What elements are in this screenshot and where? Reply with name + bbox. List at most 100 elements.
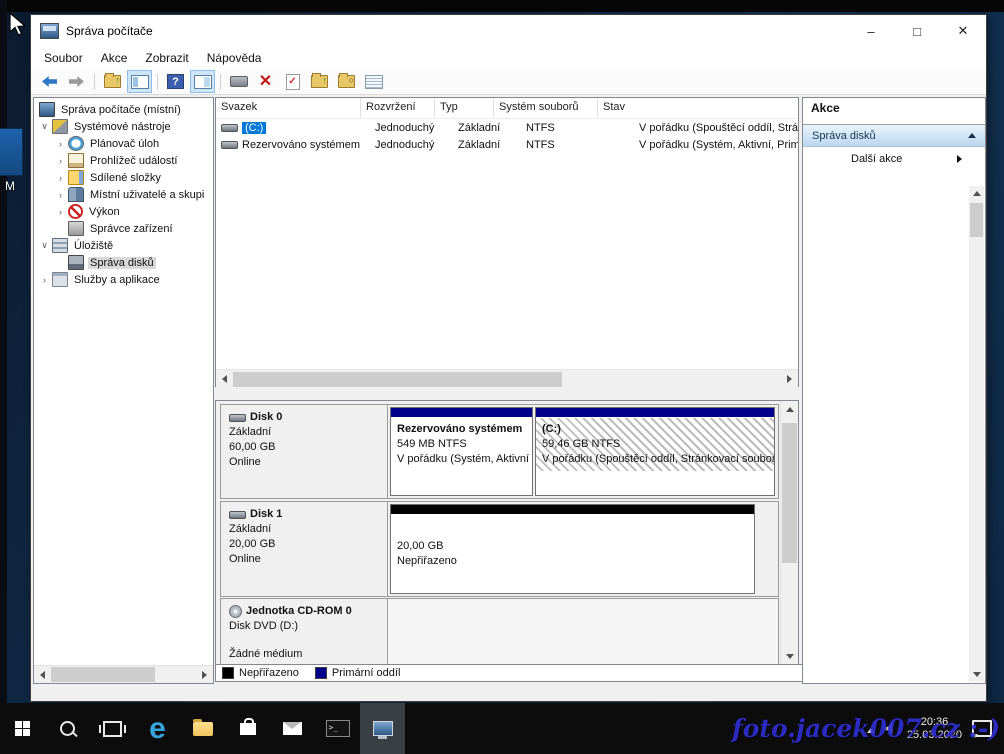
actions-item-more-actions[interactable]: Další akce	[803, 147, 985, 171]
tree-item-device-manager[interactable]: Správce zařízení	[34, 220, 213, 237]
menu-akce[interactable]: Akce	[92, 49, 137, 67]
column-header-svazek[interactable]: Svazek	[216, 98, 361, 118]
scroll-right-button[interactable]	[781, 371, 798, 388]
computer-icon	[39, 102, 55, 117]
show-action-pane-button[interactable]	[190, 70, 215, 93]
open-button[interactable]: ↑	[307, 70, 332, 93]
shared-folders-icon	[68, 170, 84, 185]
back-button[interactable]	[37, 70, 62, 93]
start-button[interactable]	[0, 703, 45, 754]
menu-zobrazit[interactable]: Zobrazit	[136, 49, 197, 67]
file-explorer-icon	[193, 722, 213, 736]
column-header-stav[interactable]: Stav	[598, 98, 798, 118]
search-button[interactable]	[45, 703, 90, 754]
tree-item-event-viewer[interactable]: › Prohlížeč událostí	[34, 152, 213, 169]
chevron-right-icon[interactable]: ›	[53, 173, 68, 183]
actions-group-disk-management[interactable]: Správa disků	[803, 125, 985, 147]
column-header-rozvrzeni[interactable]: Rozvržení	[361, 98, 435, 118]
volume-status: V pořádku (Spouštěcí oddíl, Stránkovací	[634, 122, 798, 134]
computer-management-taskbar-button[interactable]	[360, 703, 405, 754]
volume-row-system-reserved[interactable]: Rezervováno systémem Jednoduchý Základní…	[216, 136, 798, 153]
partition-system-reserved[interactable]: Rezervováno systémem 549 MB NTFS V pořád…	[390, 407, 533, 496]
desktop-shortcut-icon[interactable]	[0, 128, 23, 176]
up-one-level-button[interactable]: ↑	[100, 70, 125, 93]
storage-icon	[52, 238, 68, 253]
chevron-down-icon[interactable]: ∨	[37, 121, 52, 132]
submenu-arrow-icon	[957, 155, 962, 163]
scrollbar-thumb[interactable]	[233, 372, 562, 387]
scrollbar-thumb[interactable]	[51, 667, 155, 682]
collapse-icon[interactable]	[968, 133, 976, 138]
disk-1-header[interactable]: Disk 1 Základní 20,00 GB Online	[221, 502, 388, 596]
command-prompt-button[interactable]: >_	[315, 703, 360, 754]
file-explorer-button[interactable]	[180, 703, 225, 754]
tree-item-services-apps[interactable]: › Služby a aplikace	[34, 271, 213, 288]
explore-button[interactable]: ○	[334, 70, 359, 93]
scroll-right-button[interactable]	[196, 666, 213, 683]
mail-button[interactable]	[270, 703, 315, 754]
tree-horizontal-scrollbar[interactable]	[34, 665, 213, 683]
volume-list: Svazek Rozvržení Typ Systém souborů Stav…	[215, 97, 799, 389]
forward-button[interactable]	[64, 70, 89, 93]
disk-0-header[interactable]: Disk 0 Základní 60,00 GB Online	[221, 405, 388, 498]
tree-item-computer-management[interactable]: Správa počítače (místní)	[34, 101, 213, 118]
chevron-down-icon[interactable]: ∨	[37, 240, 52, 251]
cd-rom-icon	[229, 605, 242, 618]
volume-fs: NTFS	[521, 139, 634, 151]
toolbar-separator	[220, 74, 221, 90]
column-header-system-souboru[interactable]: Systém souborů	[494, 98, 598, 118]
tree-item-disk-management[interactable]: Správa disků	[34, 254, 213, 271]
disk-0-partitions: Rezervováno systémem 549 MB NTFS V pořád…	[388, 405, 778, 498]
delete-volume-button[interactable]: ✕	[253, 70, 278, 93]
tree-item-performance[interactable]: › Výkon	[34, 203, 213, 220]
scroll-left-button[interactable]	[216, 371, 233, 388]
tree-item-shared-folders[interactable]: › Sdílené složky	[34, 169, 213, 186]
column-header-typ[interactable]: Typ	[435, 98, 494, 118]
volume-icon	[221, 124, 238, 132]
menu-soubor[interactable]: Soubor	[35, 49, 92, 67]
legend-primary-partition: Primární oddíl	[315, 667, 400, 679]
volume-row-c[interactable]: (C:) Jednoduchý Základní NTFS V pořádku …	[216, 119, 798, 136]
help-button[interactable]: ?	[163, 70, 188, 93]
disk-1-partitions: 20,00 GB Nepřiřazeno	[388, 502, 778, 596]
maximize-button[interactable]: □	[894, 15, 940, 47]
scroll-left-button[interactable]	[34, 666, 51, 683]
unallocated-space[interactable]: 20,00 GB Nepřiřazeno	[390, 504, 755, 594]
scrollbar-thumb[interactable]	[970, 203, 983, 237]
cdrom-header[interactable]: Jednotka CD-ROM 0 Disk DVD (D:) Žádné mé…	[221, 599, 388, 665]
mark-active-button[interactable]: ✓	[280, 70, 305, 93]
scroll-down-button[interactable]	[969, 667, 984, 682]
tree-item-local-users[interactable]: › Místní uživatelé a skupi	[34, 186, 213, 203]
chevron-right-icon[interactable]: ›	[53, 207, 68, 217]
scrollbar-thumb[interactable]	[782, 423, 797, 563]
tree-item-task-scheduler[interactable]: › Plánovač úloh	[34, 135, 213, 152]
scroll-up-button[interactable]	[781, 401, 798, 418]
volume-list-horizontal-scrollbar[interactable]	[216, 369, 798, 388]
console-tree-icon	[131, 75, 149, 89]
close-button[interactable]: ✕	[940, 15, 986, 47]
tree-item-storage[interactable]: ∨ Úložiště	[34, 237, 213, 254]
tree-item-label: Plánovač úloh	[88, 138, 161, 150]
unallocated-band	[391, 505, 754, 515]
show-console-tree-button[interactable]	[127, 70, 152, 93]
menu-napoveda[interactable]: Nápověda	[198, 49, 271, 67]
chevron-right-icon[interactable]: ›	[53, 190, 68, 200]
properties-button[interactable]	[361, 70, 386, 93]
rescan-disks-button[interactable]	[226, 70, 251, 93]
chevron-right-icon[interactable]: ›	[53, 156, 68, 166]
store-button[interactable]	[225, 703, 270, 754]
tree-item-label: Správa počítače (místní)	[59, 104, 183, 116]
chevron-right-icon[interactable]: ›	[37, 275, 52, 285]
edge-button[interactable]: e	[135, 703, 180, 754]
minimize-button[interactable]: –	[848, 15, 894, 47]
scroll-down-button[interactable]	[781, 648, 798, 665]
title-bar[interactable]: Správa počítače – □ ✕	[31, 15, 986, 47]
actions-vertical-scrollbar[interactable]	[969, 186, 984, 682]
chevron-right-icon[interactable]: ›	[53, 139, 68, 149]
task-view-button[interactable]	[90, 703, 135, 754]
disk-view-vertical-scrollbar[interactable]	[780, 401, 798, 665]
tree-item-system-tools[interactable]: ∨ Systémové nástroje	[34, 118, 213, 135]
scroll-up-button[interactable]	[969, 186, 984, 201]
partition-c-selected[interactable]: (C:) 59,46 GB NTFS V pořádku (Spouštěcí …	[535, 407, 775, 496]
panel-splitter[interactable]	[215, 387, 799, 400]
